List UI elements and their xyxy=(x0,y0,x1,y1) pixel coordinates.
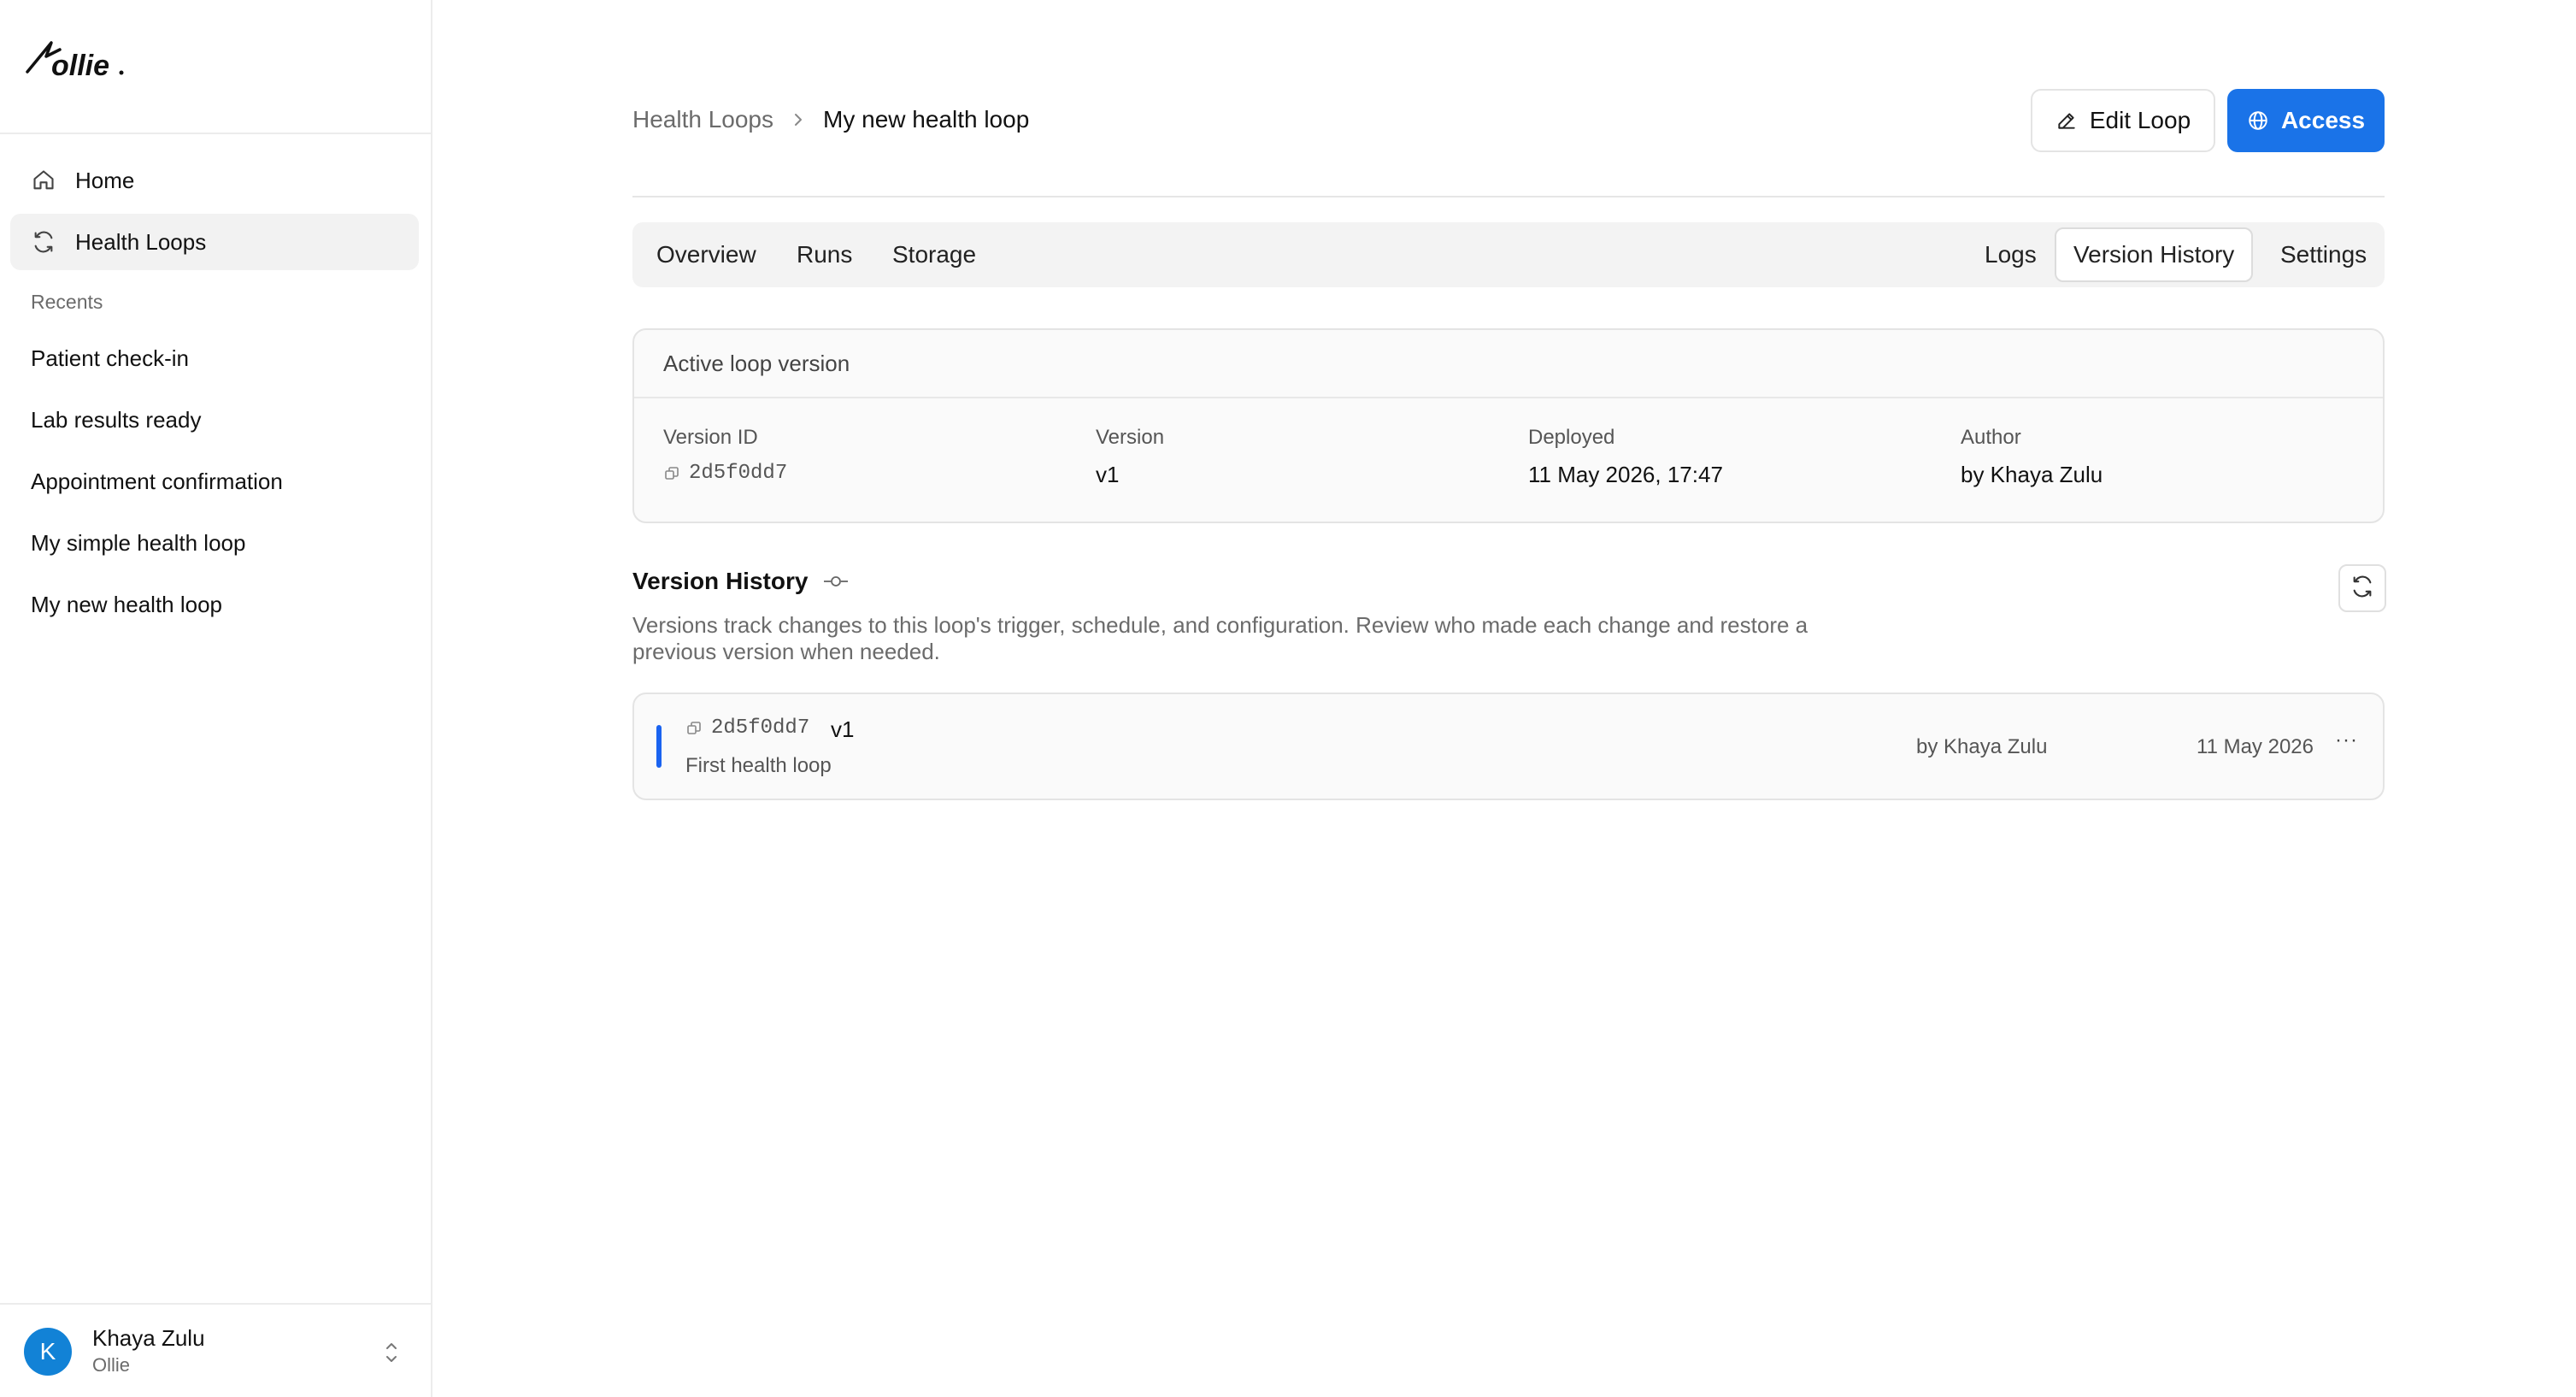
tab-overview[interactable]: Overview xyxy=(656,222,756,287)
chevron-right-icon xyxy=(792,110,804,129)
recents-heading: Recents xyxy=(31,291,103,313)
version-value: v1 xyxy=(1096,462,1120,487)
access-button[interactable]: Access xyxy=(2227,89,2385,152)
tab-storage[interactable]: Storage xyxy=(892,222,976,287)
sidebar-item-health-loops[interactable]: Health Loops xyxy=(10,214,419,270)
meta-label: Version ID xyxy=(663,426,758,449)
active-version-title: Active loop version xyxy=(634,330,2383,398)
active-version-indicator xyxy=(656,725,662,768)
user-org: Ollie xyxy=(92,1354,131,1376)
breadcrumb-current: My new health loop xyxy=(823,106,1030,133)
meta-version-id: Version ID 2d5f0dd7 xyxy=(663,426,787,485)
row-message: First health loop xyxy=(685,754,832,777)
active-version-card: Active loop version Version ID 2d5f0dd7 … xyxy=(632,328,2385,523)
recent-item[interactable]: Lab results ready xyxy=(31,407,201,433)
chevron-up-down-icon[interactable] xyxy=(381,1335,402,1370)
pencil-icon xyxy=(2056,109,2078,132)
refresh-button[interactable] xyxy=(2338,564,2386,612)
meta-label: Version xyxy=(1096,426,1165,449)
tab-logs[interactable]: Logs xyxy=(1985,222,2037,287)
tab-runs[interactable]: Runs xyxy=(797,222,852,287)
more-options-icon[interactable]: ··· xyxy=(2335,728,2358,752)
home-icon xyxy=(31,168,56,193)
tab-settings[interactable]: Settings xyxy=(2280,222,2367,287)
author-value: by Khaya Zulu xyxy=(1961,462,2103,487)
edit-loop-button[interactable]: Edit Loop xyxy=(2031,89,2215,152)
recent-item[interactable]: Appointment confirmation xyxy=(31,469,283,495)
meta-deployed: Deployed 11 May 2026, 17:47 xyxy=(1528,426,1723,488)
sidebar-divider xyxy=(0,133,432,134)
meta-label: Author xyxy=(1961,426,2021,449)
copy-icon[interactable] xyxy=(663,465,680,482)
row-date: 11 May 2026 xyxy=(2197,735,2314,758)
recent-item[interactable]: Patient check-in xyxy=(31,345,189,372)
commit-icon xyxy=(823,575,849,588)
tab-bar: Overview Runs Storage Logs Version Histo… xyxy=(632,222,2385,287)
sidebar: ollie Home Health Loops Recents Patient … xyxy=(0,0,432,1397)
breadcrumb-parent[interactable]: Health Loops xyxy=(632,106,773,133)
recent-item[interactable]: My simple health loop xyxy=(31,530,245,557)
sidebar-item-label: Home xyxy=(75,167,135,193)
row-version-id[interactable]: 2d5f0dd7 xyxy=(711,716,809,740)
deployed-value: 11 May 2026, 17:47 xyxy=(1528,462,1723,487)
version-history-description: Versions track changes to this loop's tr… xyxy=(632,612,1808,664)
version-row[interactable]: 2d5f0dd7 v1 First health loop by Khaya Z… xyxy=(632,693,2385,800)
recent-item[interactable]: My new health loop xyxy=(31,592,222,618)
row-author: by Khaya Zulu xyxy=(1916,735,2048,758)
header-divider xyxy=(632,196,2385,197)
meta-author: Author by Khaya Zulu xyxy=(1961,426,2103,488)
ollie-logo[interactable]: ollie xyxy=(22,34,133,85)
svg-text:ollie: ollie xyxy=(51,50,109,82)
breadcrumb: Health Loops My new health loop xyxy=(632,106,1029,133)
version-history-heading: Version History xyxy=(632,568,809,594)
refresh-icon xyxy=(2350,575,2374,603)
user-divider xyxy=(0,1303,432,1305)
version-id-value[interactable]: 2d5f0dd7 xyxy=(689,462,787,485)
user-name[interactable]: Khaya Zulu xyxy=(92,1325,205,1352)
version-history-title: Version History xyxy=(632,568,849,595)
tab-version-history[interactable]: Version History xyxy=(2055,227,2254,282)
globe-icon xyxy=(2247,109,2269,132)
meta-label: Deployed xyxy=(1528,426,1615,449)
access-label: Access xyxy=(2280,107,2366,133)
row-version-number: v1 xyxy=(831,716,855,742)
refresh-icon xyxy=(31,229,56,255)
sidebar-item-label: Health Loops xyxy=(75,228,207,255)
avatar[interactable]: K xyxy=(24,1328,72,1376)
copy-icon[interactable] xyxy=(685,720,703,737)
meta-version: Version v1 xyxy=(1096,426,1164,488)
sidebar-item-home[interactable]: Home xyxy=(10,152,419,209)
edit-loop-label: Edit Loop xyxy=(2089,107,2191,133)
